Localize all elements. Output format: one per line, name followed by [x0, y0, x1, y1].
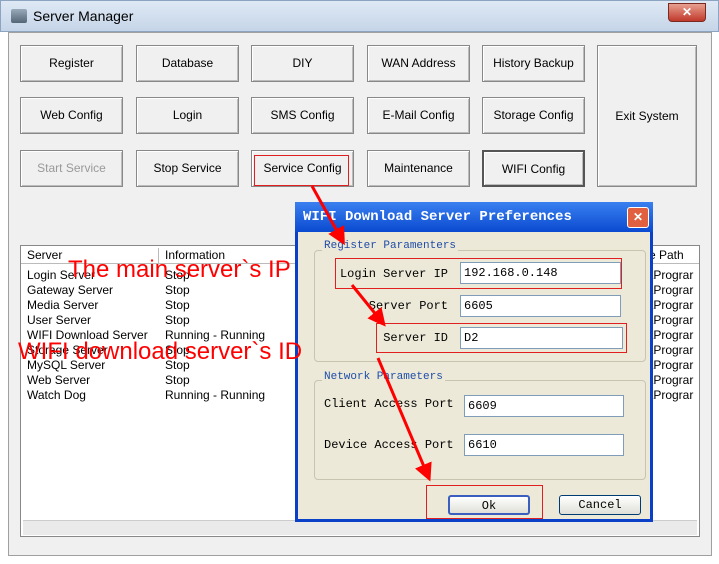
arrow-1: [310, 185, 345, 246]
arrow-2: [350, 284, 386, 327]
annotation-id: WIFI download server`s ID: [18, 338, 303, 365]
arrow-3: [376, 357, 432, 482]
annotation-ip: The main server`s IP: [68, 256, 291, 283]
